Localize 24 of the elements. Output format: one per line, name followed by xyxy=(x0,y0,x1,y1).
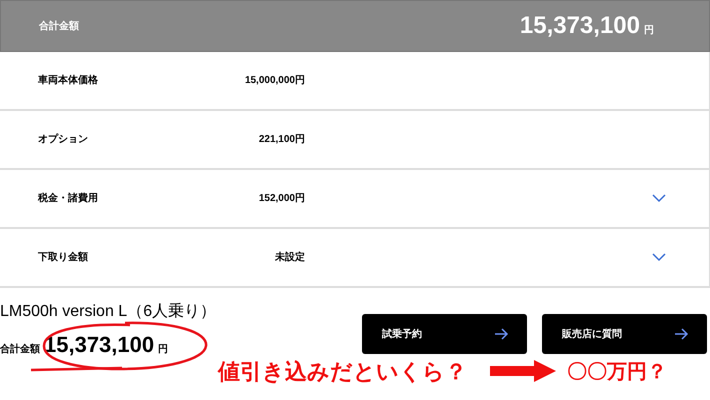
row-value: 15,000,000円 xyxy=(244,74,305,88)
row-value: 未設定 xyxy=(274,250,305,265)
annotation-arrow xyxy=(490,360,556,382)
currency-unit: 円 xyxy=(644,24,654,38)
action-button[interactable]: 試乗予約 xyxy=(362,314,527,354)
row-value: 221,100円 xyxy=(258,133,305,147)
row-label: オプション xyxy=(38,132,89,147)
annotation-answer: 〇〇万円？ xyxy=(567,360,667,385)
model-name: LM500h version L（6人乗り） xyxy=(0,302,218,322)
row-label: 税金・諸費用 xyxy=(38,192,99,206)
row-value: 152,000円 xyxy=(258,192,305,206)
annotation-question: 値引き込みだといくら？ xyxy=(218,358,467,386)
row-label: 車両本体価格 xyxy=(38,74,99,88)
total-label: 合計金額 xyxy=(39,20,79,34)
summary-total-label: 合計金額 xyxy=(0,342,40,357)
chevron-down-icon[interactable] xyxy=(652,194,666,203)
summary-total-amount: 15,373,100 xyxy=(44,331,154,359)
row-label: 下取り金額 xyxy=(38,250,89,265)
total-amount: 15,373,100 xyxy=(520,11,640,41)
chevron-down-icon[interactable] xyxy=(652,253,666,262)
arrow-right-icon xyxy=(675,328,689,340)
action-button[interactable]: 販売店に質問 xyxy=(542,314,707,354)
summary-currency-unit: 円 xyxy=(158,343,168,357)
arrow-right-icon xyxy=(495,328,509,340)
